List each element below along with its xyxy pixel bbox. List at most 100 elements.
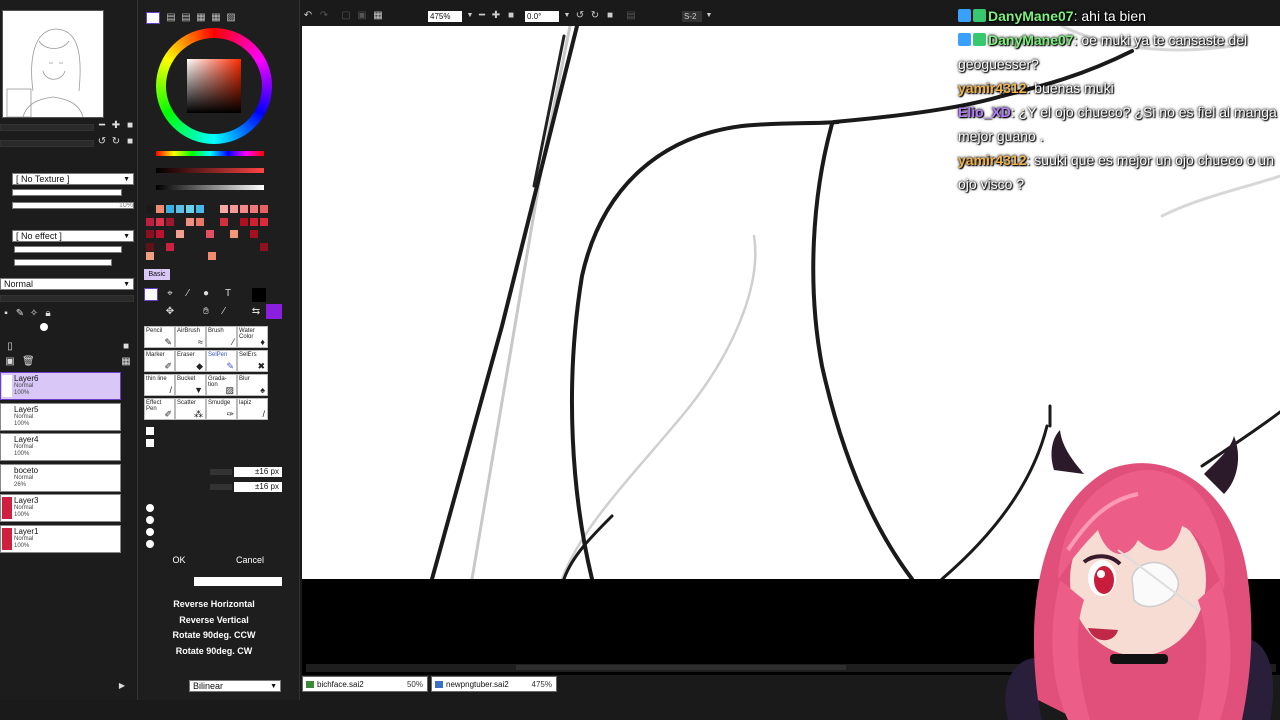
layer-row[interactable]: Layer6 Normal 100% — [0, 372, 121, 400]
selection-source-radio[interactable] — [40, 323, 48, 331]
swatch[interactable] — [208, 252, 216, 260]
layer-row[interactable]: boceto Normal 26% — [0, 464, 121, 492]
lasso-icon[interactable]: ⌖ — [164, 288, 176, 300]
swatch[interactable] — [186, 205, 194, 213]
tool-thin-line[interactable]: thin line / — [144, 374, 175, 396]
blend-mode-dropdown[interactable]: Normal ▼ — [0, 278, 134, 290]
rotate-reset-icon[interactable]: ■ — [604, 10, 616, 22]
stabilizer-field[interactable]: S-2 — [682, 11, 702, 22]
swatch[interactable] — [176, 230, 184, 238]
minus-icon[interactable]: ━ — [96, 120, 108, 132]
palette-mode-icon[interactable]: ▨ — [225, 12, 237, 24]
swatch[interactable] — [196, 205, 204, 213]
effect-width-slider[interactable] — [14, 246, 122, 253]
move-distance-field[interactable]: ±16 px — [234, 467, 282, 477]
swatch[interactable] — [260, 243, 268, 251]
zoom-field[interactable]: 475% — [428, 11, 462, 22]
undo-icon[interactable]: ↶ — [302, 10, 314, 22]
swatch[interactable] — [156, 218, 164, 226]
tab-bichface[interactable]: bichface.sai2 50% — [302, 676, 428, 692]
swatch[interactable] — [260, 218, 268, 226]
chevron-down-icon[interactable]: ▼ — [703, 10, 715, 22]
opacity-slider[interactable] — [0, 295, 134, 302]
rotate-ccw-button[interactable]: Rotate 90deg. CCW — [145, 628, 283, 642]
tool-scatter[interactable]: Scatter ⁂ — [175, 398, 206, 420]
invert-selection-icon[interactable]: ▣ — [356, 10, 368, 22]
swatch[interactable] — [176, 205, 184, 213]
hand-icon[interactable]: ✋︎ — [200, 306, 212, 318]
tool-lapiz[interactable]: lapiz / — [237, 398, 268, 420]
chevron-down-icon[interactable]: ▼ — [561, 10, 573, 22]
swatch[interactable] — [230, 205, 238, 213]
swatch[interactable] — [206, 230, 214, 238]
swatch[interactable] — [146, 243, 154, 251]
angle-slider[interactable] — [0, 140, 94, 147]
delete-layer-icon[interactable]: 🗑︎ — [22, 356, 35, 368]
ok-button[interactable]: OK — [158, 554, 200, 566]
layer-settings-icon[interactable]: ■ — [120, 341, 132, 353]
chevron-down-icon[interactable]: ▼ — [464, 10, 476, 22]
reverse-vertical-button[interactable]: Reverse Vertical — [145, 613, 283, 627]
pick-distance-slider[interactable] — [210, 484, 232, 490]
interpolation-dropdown[interactable]: Bilinear ▼ — [189, 680, 281, 692]
text-tool-icon[interactable]: T — [222, 288, 234, 300]
rotate-reset-icon[interactable]: ■ — [124, 136, 136, 148]
swatch[interactable] — [250, 205, 258, 213]
swatch[interactable] — [166, 205, 174, 213]
new-layer-icon[interactable]: ▯ — [4, 341, 16, 353]
show-selection-icon[interactable]: ▦ — [372, 10, 384, 22]
effect-strength-slider[interactable] — [14, 259, 112, 266]
swatch[interactable] — [156, 205, 164, 213]
scrollbar-thumb[interactable] — [516, 665, 846, 670]
deselect-icon[interactable]: ▢ — [340, 10, 352, 22]
swatch[interactable] — [240, 205, 248, 213]
tab-newpngtuber[interactable]: newpngtuber.sai2 475% — [431, 676, 557, 692]
transform-mode-radio[interactable] — [146, 540, 154, 548]
pen-icon[interactable]: ✎ — [14, 308, 26, 320]
selection-tool-icon[interactable] — [144, 288, 158, 301]
tool-water-color[interactable]: Water Color ♦ — [237, 326, 268, 348]
tool-smudge[interactable]: Smudge ✑ — [206, 398, 237, 420]
plus-icon[interactable]: ✚ — [110, 120, 122, 132]
swatch[interactable] — [250, 218, 258, 226]
transform-mode-radio[interactable] — [146, 504, 154, 512]
swatch[interactable] — [220, 218, 228, 226]
swatch[interactable] — [146, 205, 154, 213]
lock-transparency-icon[interactable]: ▪ — [0, 308, 12, 320]
swatch[interactable] — [250, 230, 258, 238]
layer-row[interactable]: Layer1 Normal 100% — [0, 525, 121, 553]
transform-mode-radio[interactable] — [146, 516, 154, 524]
swatch[interactable] — [156, 230, 164, 238]
lock-icon[interactable]: 🔒︎ — [42, 308, 54, 320]
rgb-slider-mode-icon[interactable]: ▤ — [165, 12, 177, 24]
zoom-out-icon[interactable]: ━ — [476, 10, 488, 22]
move-distance-slider[interactable] — [210, 469, 232, 475]
tool-eraser[interactable]: Eraser ◆ — [175, 350, 206, 372]
red-slider[interactable] — [156, 168, 264, 173]
swap-color-icon[interactable]: ⇆ — [250, 306, 262, 318]
tool-pencil[interactable]: Pencil ✎ — [144, 326, 175, 348]
pick-layer-checkbox[interactable] — [146, 427, 154, 435]
texture-dropdown[interactable]: [ No Texture ] ▼ — [12, 173, 134, 185]
swatch[interactable] — [186, 218, 194, 226]
reset-icon[interactable]: ■ — [124, 120, 136, 132]
transform-mode-radio[interactable] — [146, 528, 154, 536]
rotate-left-icon[interactable]: ↺ — [96, 136, 108, 148]
tool-airbrush[interactable]: AirBrush ≈ — [175, 326, 206, 348]
swatch[interactable] — [240, 218, 248, 226]
eyedropper-small-icon[interactable]: ⁄ — [218, 306, 230, 318]
move-icon[interactable]: ✥ — [164, 306, 176, 318]
navigator-preview[interactable] — [2, 10, 104, 118]
hsv-slider-mode-icon[interactable]: ▤ — [180, 12, 192, 24]
tool-effect-pen[interactable]: Effect Pen ✐ — [144, 398, 175, 420]
swatch[interactable] — [146, 230, 154, 238]
merge-icon[interactable]: ▦ — [120, 356, 132, 368]
texture-scale-slider[interactable] — [12, 189, 122, 196]
panel-scroll-right-icon[interactable]: ▶ — [116, 680, 128, 692]
tool-selpen[interactable]: SelPen ✎ — [206, 350, 237, 372]
flip-icon[interactable]: ▤ — [625, 10, 637, 22]
swatch[interactable] — [220, 205, 228, 213]
primary-color-chip[interactable] — [252, 288, 266, 302]
tool-grada-tion[interactable]: Grada-tion ▨ — [206, 374, 237, 396]
saturation-value-square[interactable] — [187, 59, 241, 113]
